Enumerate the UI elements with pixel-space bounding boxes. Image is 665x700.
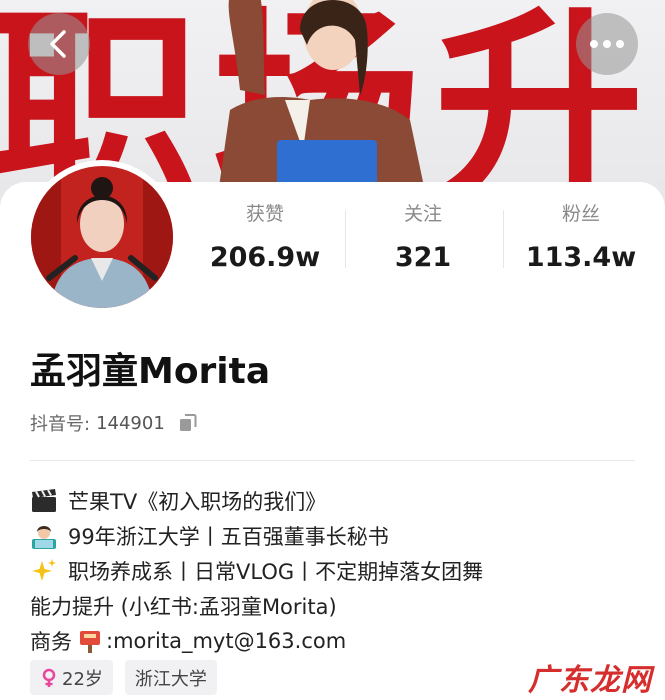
account-id-label: 抖音号: (30, 414, 91, 435)
sparkles-icon (32, 558, 56, 581)
stat-label: 关注 (403, 203, 442, 225)
bio-text: 99年浙江大学丨五百强董事长秘书 (68, 524, 389, 549)
age-text: 22岁 (62, 668, 103, 690)
school-text: 浙江大学 (134, 668, 207, 690)
bio-line: 99年浙江大学丨五百强董事长秘书 (30, 518, 640, 553)
mailbox-icon (80, 630, 100, 653)
tag-row: 22岁 浙江大学 (30, 660, 229, 695)
bio-text: 芒果TV《初入职场的我们》 (68, 489, 327, 514)
stat-label: 粉丝 (561, 203, 600, 225)
bio-line: 能力提升 (小红书:孟羽童Morita) (30, 588, 640, 623)
back-button[interactable] (28, 13, 90, 75)
female-icon (42, 668, 56, 687)
stat-label: 获赞 (245, 203, 284, 225)
age-tag: 22岁 (30, 660, 113, 695)
bio-line: 职场养成系丨日常VLOG丨不定期掉落女团舞 (30, 553, 640, 588)
stat-value: 206.9w (209, 242, 321, 273)
stat-likes[interactable]: 获赞 206.9w (190, 200, 340, 280)
watermark: 广东龙网 (528, 663, 652, 698)
bio-text: 能力提升 (小红书:孟羽童Morita) (30, 594, 337, 619)
clapperboard-icon (32, 488, 56, 512)
account-id-row: 抖音号: 144901 (30, 409, 199, 437)
avatar (31, 166, 173, 308)
bio-line: 芒果TV《初入职场的我们》 (30, 483, 640, 518)
bio-line: 商务 :morita_myt@163.com (30, 623, 640, 658)
bio-text[interactable]: :morita_myt@163.com (106, 629, 346, 653)
bio-text: 商务 (30, 629, 72, 654)
stat-value: 113.4w (525, 242, 637, 273)
stat-value: 321 (394, 242, 452, 273)
stat-divider (503, 210, 504, 268)
copy-icon[interactable] (177, 412, 199, 434)
stat-followers[interactable]: 粉丝 113.4w (506, 200, 656, 280)
account-id-value: 144901 (96, 412, 165, 434)
bio-text: 职场养成系丨日常VLOG丨不定期掉落女团舞 (68, 559, 484, 584)
profile-name: 孟羽童Morita (30, 351, 271, 392)
section-divider (30, 460, 635, 461)
stat-divider (345, 210, 346, 268)
stats-bar: 获赞 206.9w 关注 321 粉丝 113.4w (190, 200, 665, 280)
student-icon (32, 525, 56, 549)
more-button[interactable] (576, 13, 638, 75)
bio-section: 芒果TV《初入职场的我们》 99年浙江大学丨五百强董事长秘书 职场养成系丨日常V… (30, 483, 640, 658)
back-arrow-icon (50, 30, 66, 58)
stat-following[interactable]: 关注 321 (348, 200, 498, 280)
avatar-frame[interactable] (25, 160, 179, 314)
school-tag[interactable]: 浙江大学 (124, 660, 217, 695)
more-dots-icon (590, 40, 624, 48)
